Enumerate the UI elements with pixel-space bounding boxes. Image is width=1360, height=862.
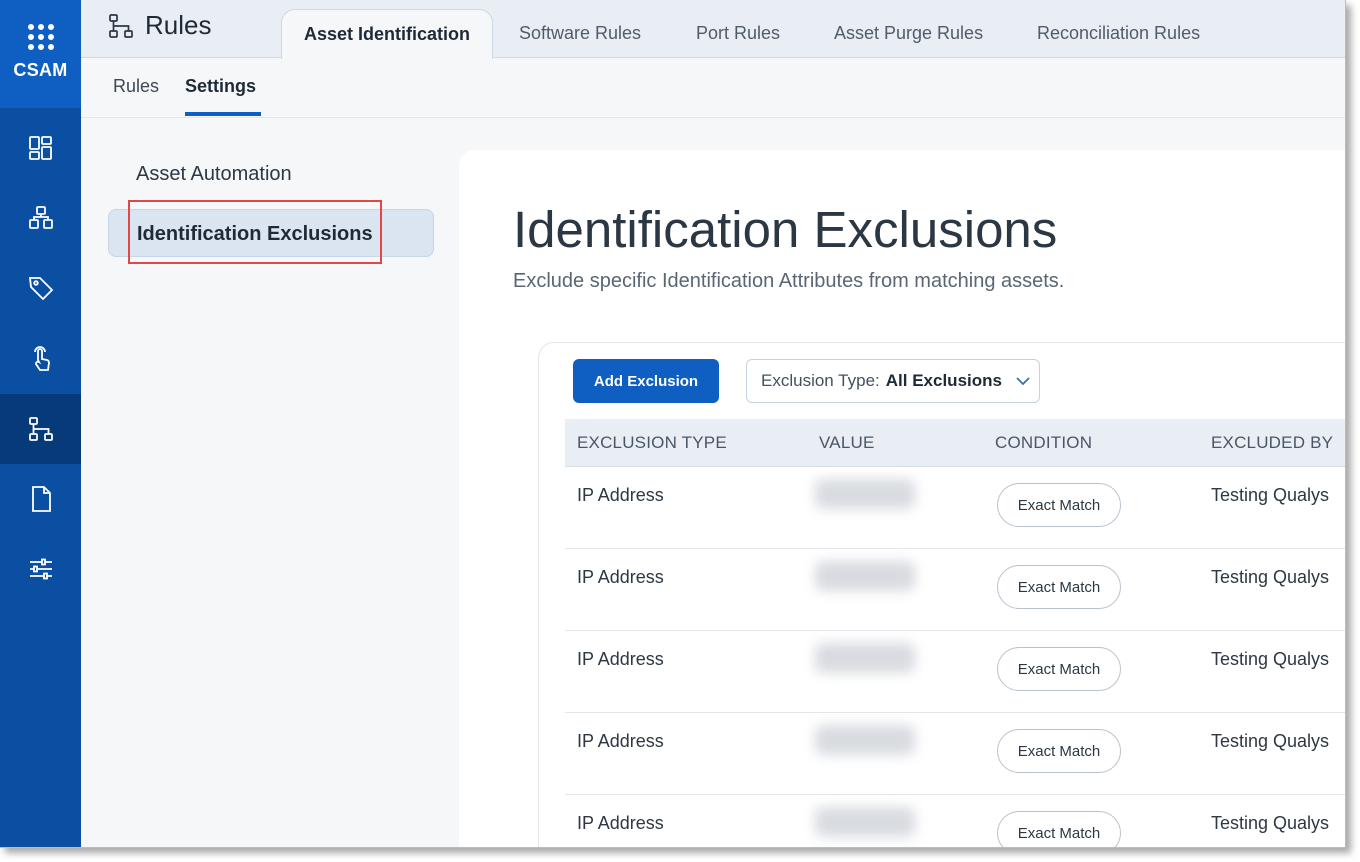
table-row[interactable]: IP Address Exact Match Testing Qualys [565, 467, 1345, 549]
rail-item-tags[interactable] [0, 253, 81, 323]
condition-badge[interactable]: Exact Match [997, 565, 1121, 609]
subtab-rules[interactable]: Rules [113, 76, 159, 97]
app-switcher[interactable]: CSAM [0, 0, 81, 108]
inventory-icon [28, 206, 53, 229]
rail-item-rules[interactable] [0, 394, 81, 464]
sub-tabs: Rules Settings [81, 58, 1345, 118]
rules-icon [28, 417, 53, 441]
main-content: Identification Exclusions Exclude specif… [459, 150, 1345, 847]
column-header-exclusion-type[interactable]: EXCLUSION TYPE [577, 433, 727, 453]
column-header-condition[interactable]: CONDITION [995, 433, 1092, 453]
left-rail: CSAM [0, 0, 81, 847]
dashboard-icon [28, 136, 52, 160]
touch-icon [33, 346, 50, 371]
column-header-excluded-by[interactable]: EXCLUDED BY [1211, 433, 1333, 453]
tab-reconciliation-rules[interactable]: Reconciliation Rules [1037, 18, 1200, 58]
section-title: Identification Exclusions [513, 201, 1058, 258]
rail-item-inventory[interactable] [0, 183, 81, 253]
section-subtitle: Exclude specific Identification Attribut… [513, 270, 1065, 292]
cell-excluded-by: Testing Qualys [1211, 567, 1330, 587]
cell-exclusion-type: IP Address [577, 731, 664, 751]
app-window: CSAM Rules Asset Identification Software… [0, 0, 1346, 848]
condition-badge[interactable]: Exact Match [997, 647, 1121, 691]
condition-badge[interactable]: Exact Match [997, 811, 1121, 847]
add-exclusion-button[interactable]: Add Exclusion [573, 359, 719, 403]
page-title: Rules [145, 10, 212, 40]
tab-asset-purge-rules[interactable]: Asset Purge Rules [834, 18, 983, 58]
condition-badge[interactable]: Exact Match [997, 729, 1121, 773]
rail-item-configuration[interactable] [0, 534, 81, 604]
redacted-value [815, 479, 915, 509]
condition-badge[interactable]: Exact Match [997, 483, 1121, 527]
menu-item-asset-automation[interactable]: Asset Automation [108, 150, 434, 198]
rail-item-dashboard[interactable] [0, 113, 81, 183]
rail-item-touch[interactable] [0, 323, 81, 393]
rules-icon [109, 13, 133, 38]
table-row[interactable]: IP Address Exact Match Testing Qualys [565, 549, 1345, 631]
tag-icon [28, 277, 53, 301]
table-row[interactable]: IP Address Exact Match Testing Qualys [565, 713, 1345, 795]
cell-exclusion-type: IP Address [577, 813, 664, 833]
app-name: CSAM [13, 60, 68, 80]
cell-excluded-by: Testing Qualys [1211, 813, 1330, 833]
subtab-settings[interactable]: Settings [185, 76, 256, 97]
dropdown-value: All Exclusions [885, 371, 1002, 390]
redacted-value [815, 561, 915, 591]
redacted-value [815, 725, 915, 755]
app-grid-icon[interactable] [27, 24, 54, 50]
cell-exclusion-type: IP Address [577, 649, 664, 669]
column-header-value[interactable]: VALUE [819, 433, 875, 453]
redacted-value [815, 643, 915, 673]
tab-software-rules[interactable]: Software Rules [519, 18, 641, 58]
page-header: Rules [108, 10, 211, 41]
cell-exclusion-type: IP Address [577, 485, 664, 505]
table-row[interactable]: IP Address Exact Match Testing Qualys [565, 631, 1345, 713]
cell-excluded-by: Testing Qualys [1211, 485, 1330, 505]
dropdown-label: Exclusion Type: [761, 371, 880, 390]
exclusions-card: Add Exclusion Exclusion Type: All Exclus… [538, 342, 1345, 847]
tab-asset-identification[interactable]: Asset Identification [281, 9, 494, 59]
tab-port-rules[interactable]: Port Rules [696, 18, 780, 58]
annotation-highlight-box [128, 200, 382, 264]
cell-excluded-by: Testing Qualys [1211, 649, 1330, 669]
redacted-value [815, 807, 915, 837]
top-bar: Rules Asset Identification Software Rule… [81, 0, 1345, 59]
exclusion-type-dropdown[interactable]: Exclusion Type: All Exclusions [746, 359, 1040, 403]
rail-item-reports[interactable] [0, 464, 81, 534]
cell-excluded-by: Testing Qualys [1211, 731, 1330, 751]
cell-exclusion-type: IP Address [577, 567, 664, 587]
table-row[interactable]: IP Address Exact Match Testing Qualys [565, 795, 1345, 847]
document-icon [31, 486, 51, 512]
active-tab-indicator [185, 112, 261, 116]
sliders-icon [29, 558, 52, 580]
table-header: EXCLUSION TYPE VALUE CONDITION EXCLUDED … [565, 419, 1345, 467]
chevron-down-icon [1016, 377, 1030, 386]
